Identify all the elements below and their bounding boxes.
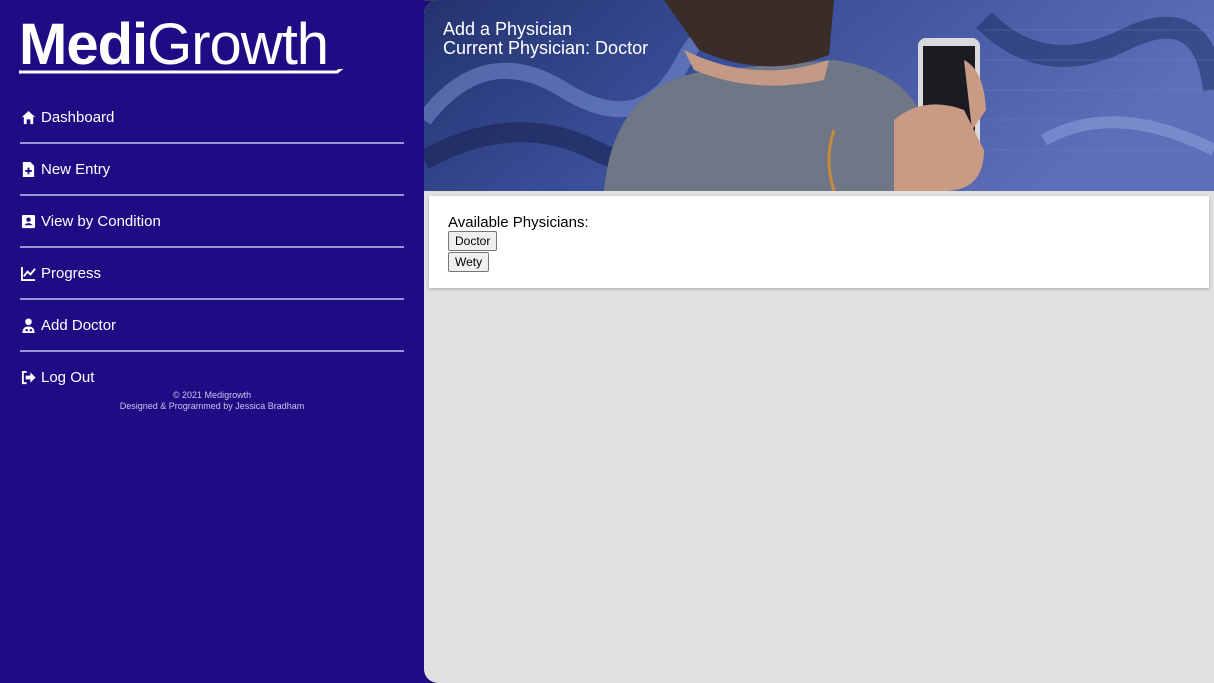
page-title: Add a Physician [443,19,573,39]
logo-regular: Growth [147,12,329,77]
sidebar-item-add-doctor[interactable]: Add Doctor [20,300,404,352]
physicians-label: Available Physicians: [448,214,589,231]
user-doctor-icon [20,317,36,333]
sidebar-item-progress[interactable]: Progress [20,248,404,300]
logo-arrow-icon [19,69,344,74]
current-physician: Current Physician: Doctor [443,38,649,58]
sidebar-item-label: Log Out [41,368,95,386]
sidebar-item-new-entry[interactable]: New Entry [20,144,404,196]
physicians-card: Available Physicians: Doctor Wety [429,196,1209,288]
sidebar-item-label: Progress [41,264,102,282]
app-logo[interactable]: MediGrowth [19,16,369,76]
sidebar-footer: © 2021 Medigrowth Designed & Programmed … [0,390,424,412]
sidebar-item-label: View by Condition [41,212,161,230]
logo-bold: Medi [19,12,148,77]
sidebar: MediGrowth Dashboard New Entry View by C… [0,0,424,683]
sidebar-item-dashboard[interactable]: Dashboard [20,92,404,144]
sidebar-item-label: Add Doctor [41,316,117,334]
physician-button-wety[interactable]: Wety [448,252,490,272]
sidebar-item-label: New Entry [41,160,111,178]
page-header: Add a Physician Current Physician: Docto… [443,20,648,58]
main-content: Add a Physician Current Physician: Docto… [424,0,1214,683]
logo-text: MediGrowth [19,16,329,74]
physician-button-doctor[interactable]: Doctor [448,231,498,251]
header-banner: Add a Physician Current Physician: Docto… [424,0,1214,191]
credit-text: Designed & Programmed by Jessica Bradham [119,401,305,411]
physician-list: Doctor Wety [448,231,498,273]
sign-out-icon [20,369,36,385]
home-icon [20,109,36,125]
copyright-text: © 2021 Medigrowth [172,390,252,400]
file-plus-icon [20,161,36,177]
sidebar-item-view-by-condition[interactable]: View by Condition [20,196,404,248]
book-icon [20,213,36,229]
sidebar-nav: Dashboard New Entry View by Condition Pr… [20,92,404,402]
chart-line-icon [20,265,36,281]
sidebar-item-label: Dashboard [41,108,115,126]
